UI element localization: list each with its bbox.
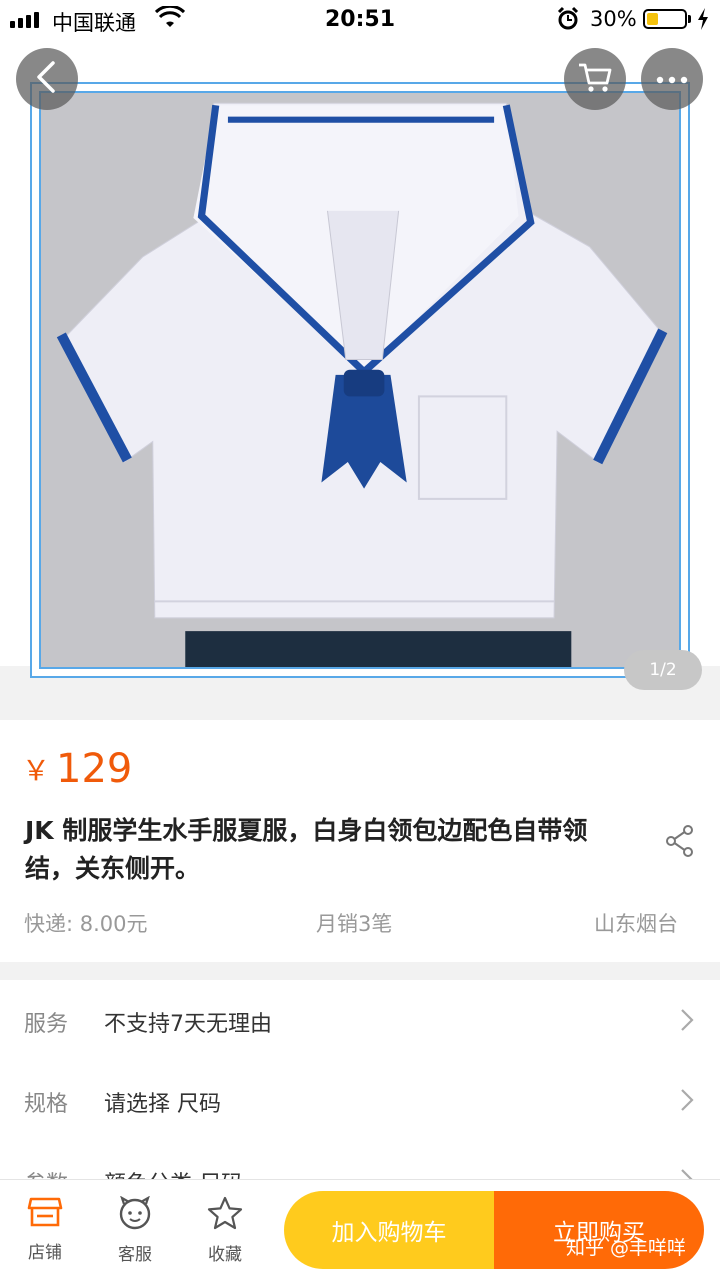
chevron-left-icon bbox=[33, 60, 61, 98]
product-title: JK 制服学生水手服夏服，白身白领包边配色自带领结，关东侧开。 bbox=[25, 816, 588, 883]
more-button[interactable] bbox=[641, 48, 703, 110]
product-info: ￥ 129 JK 制服学生水手服夏服，白身白领包边配色自带领结，关东侧开。 快递:… bbox=[0, 720, 720, 962]
gallery-page-indicator: 1/2 bbox=[624, 650, 702, 690]
back-button[interactable] bbox=[16, 48, 78, 110]
shipping-fee: 快递: 8.00元 bbox=[24, 912, 148, 936]
price-value: 129 bbox=[56, 746, 133, 792]
product-gallery[interactable] bbox=[0, 40, 720, 678]
star-icon bbox=[207, 1196, 243, 1234]
product-price: ￥ 129 bbox=[22, 746, 132, 792]
ship-from-location: 山东烟台 bbox=[594, 912, 678, 936]
watermark-text: 知乎 @丰咩咩 bbox=[566, 1237, 687, 1259]
favorite-label: 收藏 bbox=[208, 1245, 242, 1265]
customer-service-icon bbox=[116, 1195, 154, 1234]
add-to-cart-button[interactable]: 加入购物车 bbox=[284, 1191, 494, 1269]
shop-label: 店铺 bbox=[28, 1243, 62, 1263]
battery-tip bbox=[688, 15, 691, 23]
more-dots-icon bbox=[655, 70, 689, 89]
cart-icon bbox=[577, 61, 613, 97]
shop-icon bbox=[27, 1197, 63, 1232]
share-icon[interactable] bbox=[665, 824, 695, 862]
currency-symbol: ￥ bbox=[22, 754, 51, 787]
product-photo[interactable] bbox=[39, 91, 681, 669]
chevron-right-icon bbox=[680, 1008, 694, 1036]
service-row[interactable]: 服务 不支持7天无理由 bbox=[0, 980, 720, 1060]
row-value: 不支持7天无理由 bbox=[104, 1012, 272, 1037]
customer-service-button[interactable]: 客服 bbox=[100, 1195, 170, 1265]
product-photo-frame bbox=[30, 82, 690, 678]
alarm-icon bbox=[556, 6, 580, 37]
cart-button[interactable] bbox=[564, 48, 626, 110]
sailor-shirt-illustration bbox=[41, 93, 679, 667]
battery-percentage: 30% bbox=[590, 7, 637, 31]
shop-button[interactable]: 店铺 bbox=[10, 1196, 80, 1263]
monthly-sales: 月销3笔 bbox=[316, 912, 393, 936]
chevron-right-icon bbox=[680, 1088, 694, 1116]
row-label: 服务 bbox=[24, 1012, 69, 1037]
status-bar: 中国联通 20:51 30% bbox=[0, 0, 720, 40]
customer-service-label: 客服 bbox=[118, 1245, 152, 1265]
service-list: 服务 不支持7天无理由 规格 请选择 尺码 参数 颜色分类 尺码 bbox=[0, 980, 720, 1200]
spec-row[interactable]: 规格 请选择 尺码 bbox=[0, 1060, 720, 1140]
bottom-action-bar: 店铺 客服 收藏 加入购物车 立即购买 bbox=[0, 1179, 720, 1282]
favorite-button[interactable]: 收藏 bbox=[190, 1196, 260, 1265]
row-value: 请选择 尺码 bbox=[104, 1092, 221, 1117]
row-label: 规格 bbox=[24, 1092, 69, 1117]
battery-icon bbox=[643, 9, 687, 29]
charging-icon bbox=[696, 7, 710, 36]
